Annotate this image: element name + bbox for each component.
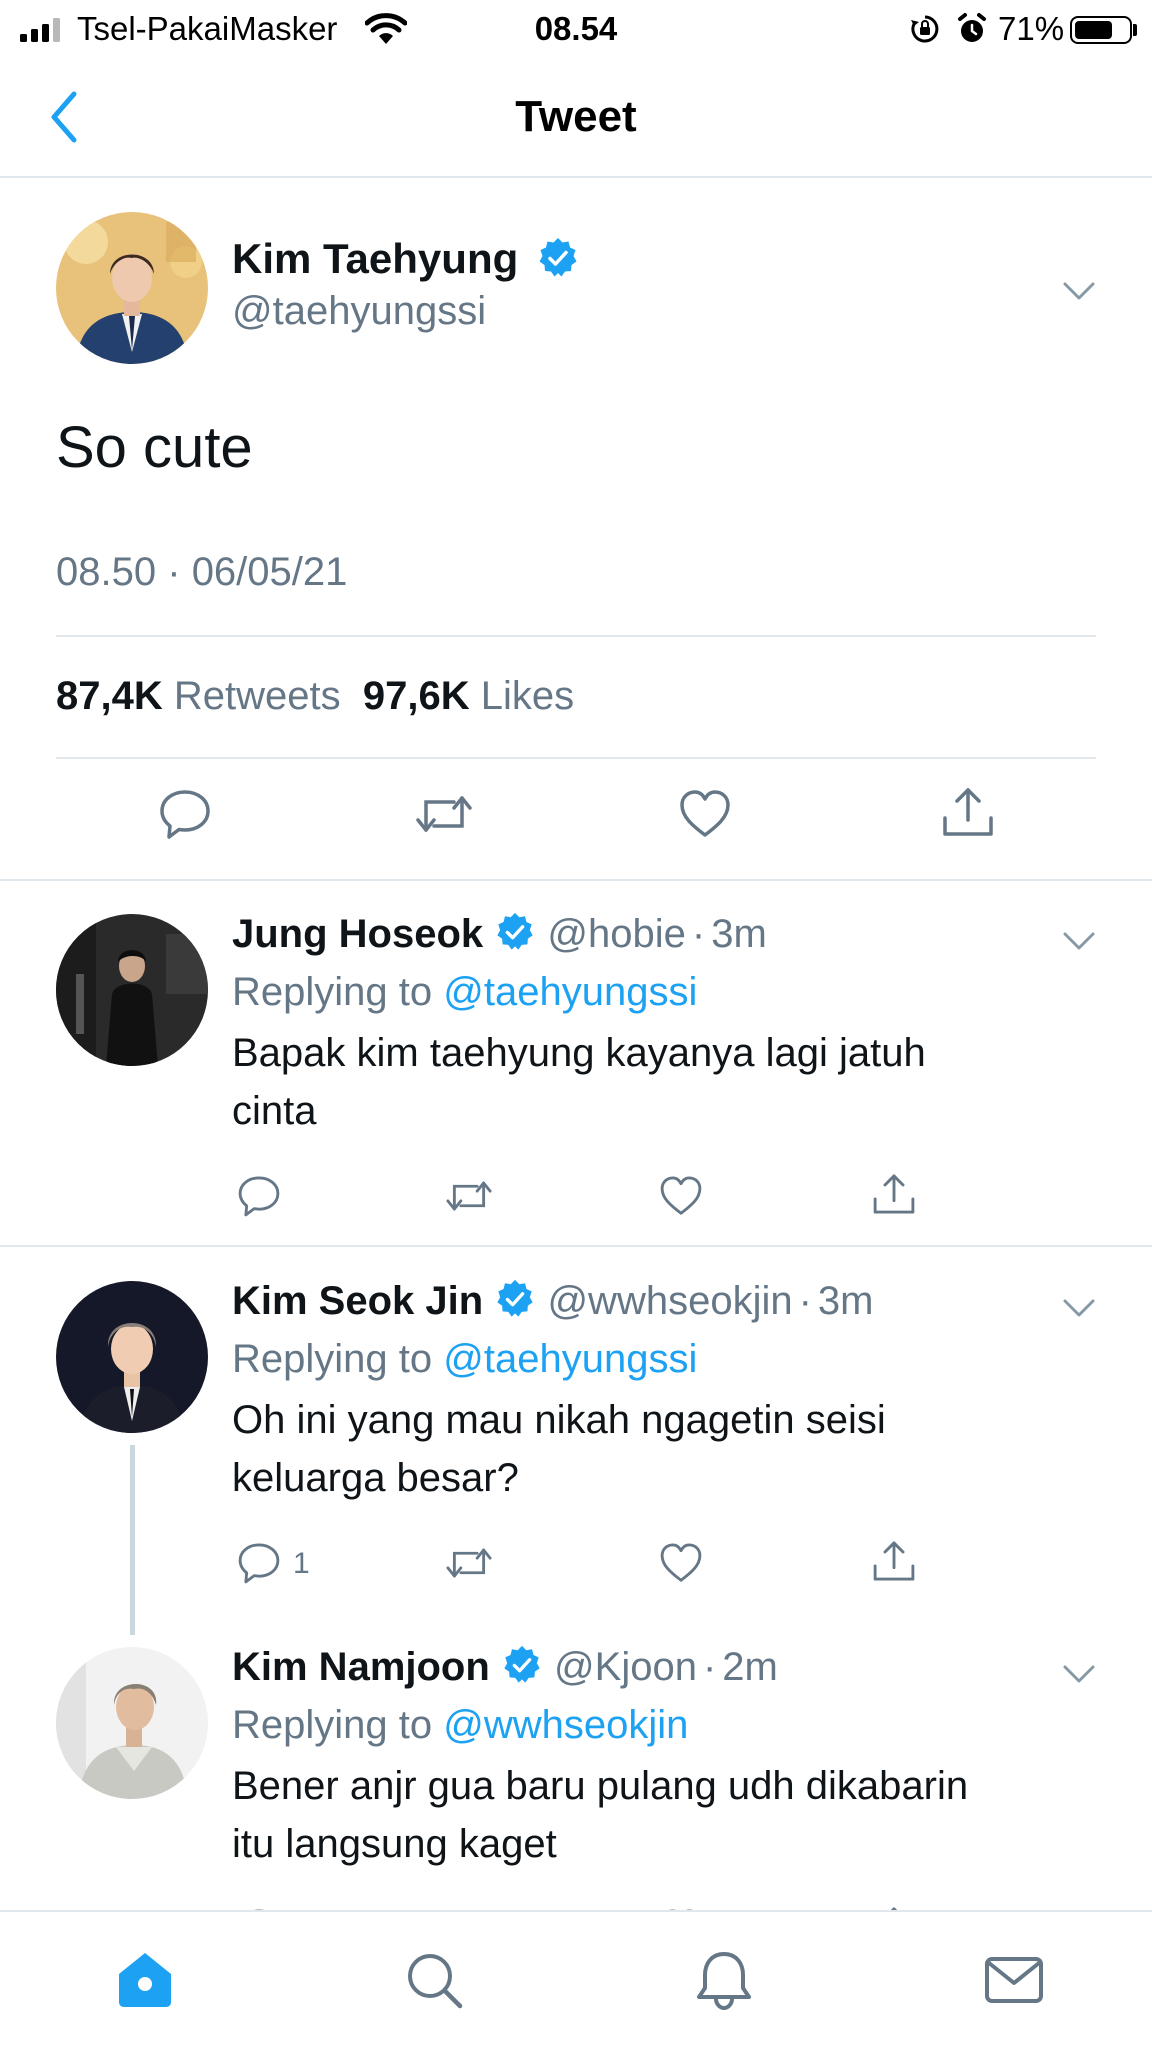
likes-label[interactable]: Likes — [481, 674, 574, 718]
reply-tweet[interactable]: Kim Seok Jin @wwhseokjin · 3m Replying to … — [0, 1249, 1152, 1635]
retweet-icon[interactable] — [412, 786, 476, 842]
author-handle[interactable]: @taehyungssi — [232, 289, 486, 334]
bottom-tab-bar — [0, 1910, 1152, 2048]
replying-to-mention[interactable]: @taehyungssi — [443, 970, 697, 1014]
chevron-down-icon[interactable] — [1062, 1663, 1096, 1685]
reply-time: 3m — [817, 1279, 874, 1323]
reply-text-line: keluarga besar? — [232, 1456, 519, 1500]
status-bar: Tsel-PakaiMasker 08.54 71% — [0, 0, 1152, 60]
reply-icon[interactable] — [236, 1540, 282, 1586]
avatar[interactable] — [56, 212, 208, 364]
avatar[interactable] — [56, 1647, 208, 1799]
like-icon[interactable] — [658, 1173, 704, 1219]
tweet-date: 06/05/21 — [191, 550, 348, 594]
meta-separator: · — [691, 912, 706, 956]
replying-to-label: Replying to — [232, 1337, 433, 1381]
alarm-icon — [958, 13, 986, 42]
reply-text-line: cinta — [232, 1089, 317, 1133]
share-icon[interactable] — [871, 1171, 917, 1217]
reply-display-name[interactable]: Kim Namjoon — [232, 1645, 490, 1689]
reply-text-line: Oh ini yang mau nikah ngagetin seisi — [232, 1398, 886, 1442]
battery-icon — [1070, 16, 1132, 44]
meta-separator: · — [702, 1645, 717, 1689]
tweet-timestamp: 08.50 · 06/05/21 — [56, 550, 347, 595]
reply-tweet[interactable]: Kim Namjoon @Kjoon · 2m Replying to @wwhse… — [0, 1615, 1152, 1910]
reply-name-row: Kim Namjoon @Kjoon · 2m — [232, 1645, 778, 1690]
reply-text-line: Bener anjr gua baru pulang udh dikabarin — [232, 1764, 969, 1808]
reply-text-line: Bapak kim taehyung kayanya lagi jatuh — [232, 1031, 926, 1075]
author-display-name[interactable]: Kim Taehyung — [232, 235, 518, 282]
battery-level-fill — [1075, 21, 1112, 39]
share-icon[interactable] — [871, 1538, 917, 1584]
tweet-text: So cute — [56, 415, 253, 480]
avatar[interactable] — [56, 1281, 208, 1433]
reply-display-name[interactable]: Jung Hoseok — [232, 912, 483, 956]
messages-icon[interactable] — [982, 1948, 1046, 2012]
reply-handle[interactable]: @wwhseokjin — [547, 1279, 792, 1323]
avatar[interactable] — [56, 914, 208, 1066]
reply-time: 2m — [722, 1645, 778, 1689]
chevron-down-icon[interactable] — [1062, 1297, 1096, 1319]
author-name-row: Kim Taehyung — [232, 235, 580, 283]
reply-icon[interactable] — [236, 1173, 282, 1219]
likes-count[interactable]: 97,6K — [363, 674, 470, 718]
verified-badge-icon — [539, 237, 577, 277]
divider — [56, 635, 1096, 637]
reply-display-name[interactable]: Kim Seok Jin — [232, 1279, 483, 1323]
home-icon[interactable] — [113, 1948, 177, 2012]
orientation-lock-icon — [911, 15, 939, 43]
page-title: Tweet — [515, 92, 637, 141]
reply-icon[interactable] — [157, 786, 213, 842]
retweets-count[interactable]: 87,4K — [56, 674, 163, 718]
chevron-down-icon[interactable] — [1062, 930, 1096, 952]
battery-terminal — [1133, 24, 1137, 36]
reply-time: 3m — [711, 912, 767, 956]
replying-to: Replying to @taehyungssi — [232, 970, 697, 1015]
replying-to-label: Replying to — [232, 1703, 433, 1747]
navigation-header: Tweet — [0, 60, 1152, 178]
reply-name-row: Jung Hoseok @hobie · 3m — [232, 912, 767, 957]
meta-separator: · — [167, 550, 181, 594]
chevron-down-icon[interactable] — [1062, 280, 1096, 302]
divider — [56, 757, 1096, 759]
verified-badge-icon — [504, 1646, 540, 1684]
verified-badge-icon — [497, 913, 533, 951]
replying-to: Replying to @taehyungssi — [232, 1337, 697, 1382]
retweets-label[interactable]: Retweets — [174, 674, 341, 718]
reply-handle[interactable]: @hobie — [547, 912, 685, 956]
retweet-icon[interactable] — [443, 1540, 495, 1586]
battery-percentage: 71% — [998, 10, 1065, 47]
main-tweet: Kim Taehyung @taehyungssi So cute 08.50 … — [0, 178, 1152, 881]
reply-handle[interactable]: @Kjoon — [554, 1645, 697, 1689]
like-icon[interactable] — [677, 786, 733, 842]
replying-to-mention[interactable]: @wwhseokjin — [443, 1703, 688, 1747]
thread-connector — [130, 1445, 135, 1635]
tweet-time: 08.50 — [56, 550, 157, 594]
replying-to-label: Replying to — [232, 970, 433, 1014]
reply-name-row: Kim Seok Jin @wwhseokjin · 3m — [232, 1279, 874, 1324]
meta-separator: · — [798, 1279, 812, 1323]
verified-badge-icon — [497, 1280, 533, 1318]
search-icon[interactable] — [402, 1948, 466, 2012]
replying-to-mention[interactable]: @taehyungssi — [443, 1337, 697, 1381]
engagement-stats: 87,4K Retweets 97,6K Likes — [56, 674, 574, 719]
notifications-icon[interactable] — [692, 1948, 756, 2012]
retweet-icon[interactable] — [443, 1173, 495, 1219]
reply-count: 1 — [293, 1547, 310, 1580]
replying-to: Replying to @wwhseokjin — [232, 1703, 688, 1748]
like-icon[interactable] — [658, 1540, 704, 1586]
reply-tweet[interactable]: Jung Hoseok @hobie · 3m Replying to @taehy… — [0, 881, 1152, 1247]
reply-text-line: itu langsung kaget — [232, 1822, 557, 1866]
share-icon[interactable] — [940, 784, 996, 840]
